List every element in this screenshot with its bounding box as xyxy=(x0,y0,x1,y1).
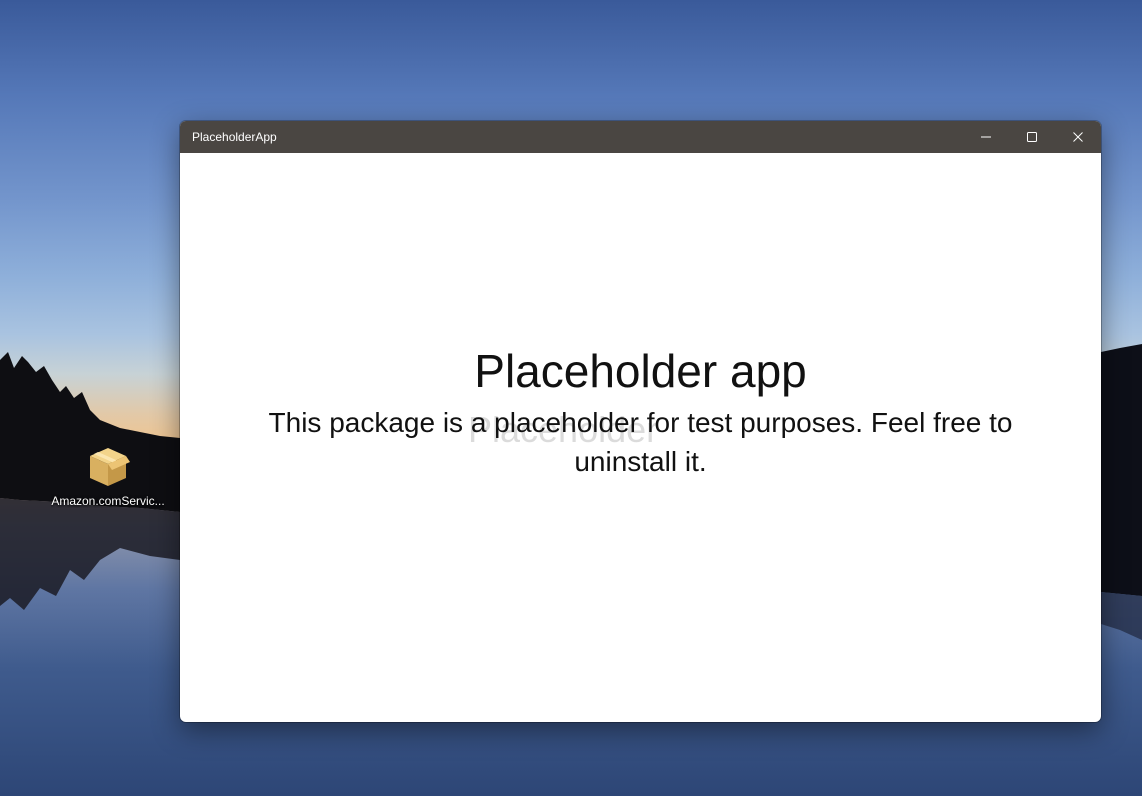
title-bar[interactable]: PlaceholderApp xyxy=(180,121,1101,153)
minimize-button[interactable] xyxy=(963,121,1009,153)
app-content: Placeholder Placeholder app This package… xyxy=(180,153,1101,722)
close-icon xyxy=(1073,132,1083,142)
close-button[interactable] xyxy=(1055,121,1101,153)
maximize-icon xyxy=(1027,132,1037,142)
description-text: This package is a placeholder for test p… xyxy=(268,407,1013,477)
placeholder-app-window: PlaceholderApp Placeholder Placeholder a… xyxy=(180,121,1101,722)
window-title: PlaceholderApp xyxy=(192,130,277,144)
package-box-icon xyxy=(90,448,130,486)
minimize-icon xyxy=(981,136,991,138)
desktop-icon-label: Amazon.comServic... xyxy=(51,494,165,508)
desktop: Amazon.comServic... PlaceholderApp Place… xyxy=(0,0,1142,796)
desktop-icon-amazon-services[interactable]: Amazon.comServic... xyxy=(46,442,170,508)
page-heading: Placeholder app xyxy=(474,345,807,398)
maximize-button[interactable] xyxy=(1009,121,1055,153)
